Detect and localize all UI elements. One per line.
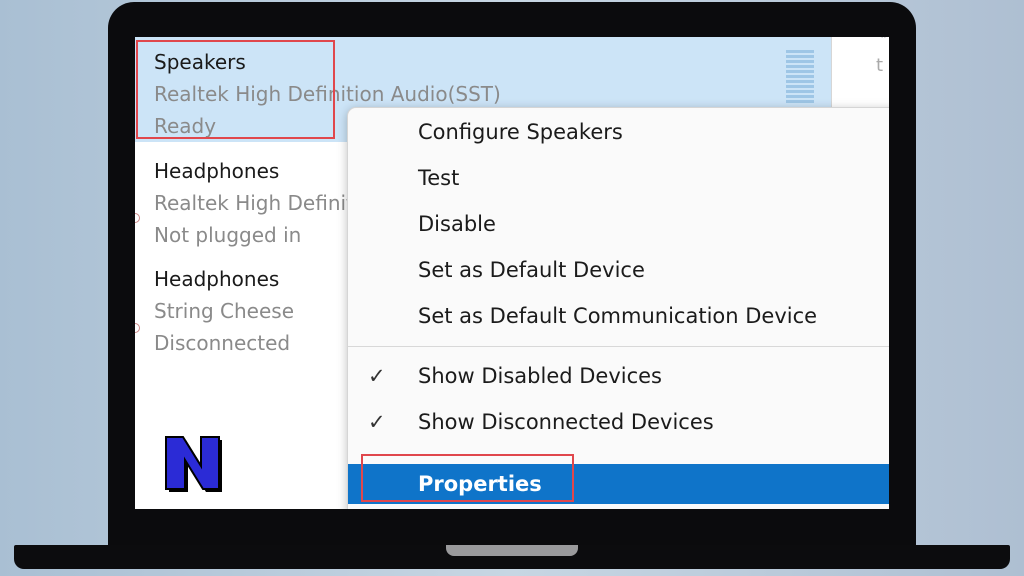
menu-item-test[interactable]: Test [348, 160, 889, 200]
annotation-highlight-speakers [136, 40, 335, 139]
menu-item-label: Show Disconnected Devices [418, 410, 714, 434]
menu-item-label: Test [418, 166, 460, 190]
menu-item-label: Configure Speakers [418, 120, 623, 144]
screen: Speakers Realtek High Definition Audio(S… [135, 37, 889, 509]
device-driver: Realtek High Definit [154, 191, 354, 215]
menu-item-label: Set as Default Device [418, 258, 645, 282]
device-status: Disconnected [154, 331, 291, 355]
unplugged-indicator-icon [135, 213, 140, 223]
device-name: Headphones [154, 267, 280, 291]
volume-level-meter [786, 50, 814, 104]
menu-separator [348, 346, 889, 347]
menu-item-disable[interactable]: Disable [348, 206, 889, 246]
menu-item-configure-speakers[interactable]: Configure Speakers [348, 114, 889, 154]
menu-item-label: Disable [418, 212, 496, 236]
menu-item-show-disconnected-devices[interactable]: ✓ Show Disconnected Devices [348, 404, 889, 444]
n-logo-icon [165, 436, 222, 492]
checkmark-icon: ✓ [368, 364, 386, 388]
annotation-highlight-properties [361, 454, 574, 502]
device-name: Headphones [154, 159, 280, 183]
menu-item-label: Show Disabled Devices [418, 364, 663, 388]
menu-item-set-default-communication-device[interactable]: Set as Default Communication Device [348, 298, 889, 338]
checkmark-icon: ✓ [368, 410, 386, 434]
device-driver: String Cheese [154, 299, 295, 323]
menu-item-set-default-device[interactable]: Set as Default Device [348, 252, 889, 292]
disconnected-indicator-icon [135, 323, 140, 333]
panel-tick-mark: ¨ [880, 37, 887, 51]
menu-item-show-disabled-devices[interactable]: ✓ Show Disabled Devices [348, 358, 889, 398]
panel-text-fragment: t [876, 55, 884, 76]
context-menu: Configure Speakers Test Disable Set as D… [347, 107, 889, 509]
device-status: Not plugged in [154, 223, 302, 247]
menu-item-label: Set as Default Communication Device [418, 304, 818, 328]
laptop-base-notch [446, 545, 578, 556]
